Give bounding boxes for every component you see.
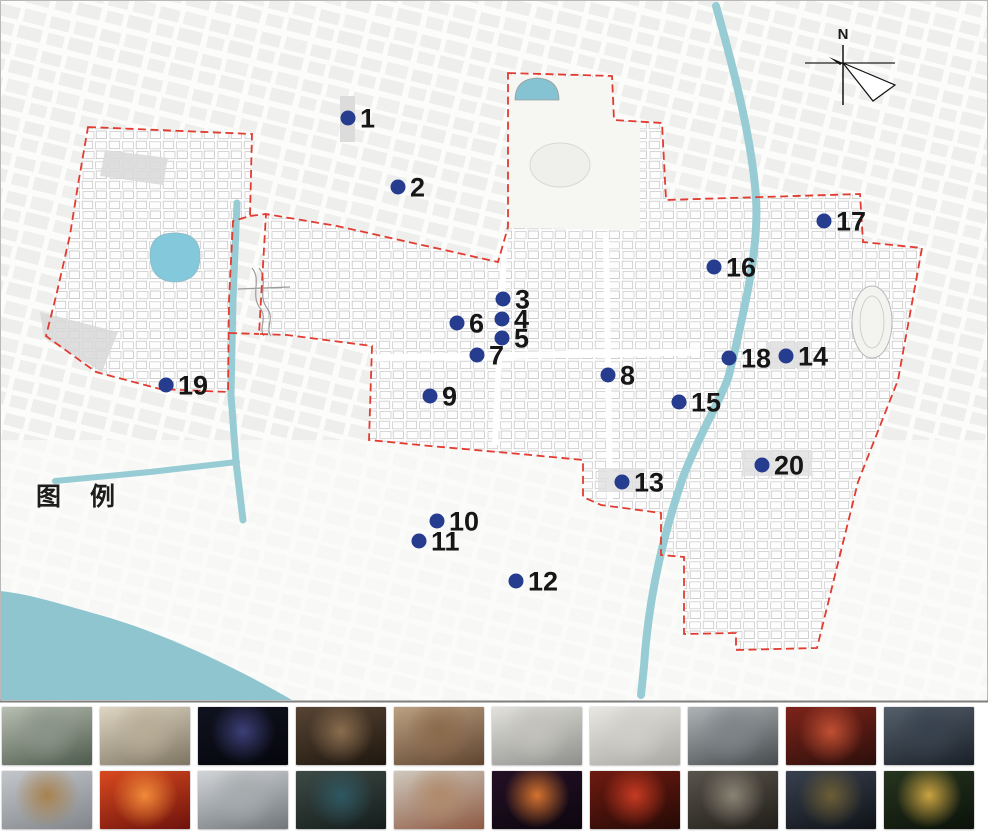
photo-hall-with-gong[interactable] [394, 707, 484, 765]
marker-dot[interactable] [159, 378, 174, 393]
marker-dot[interactable] [450, 316, 465, 331]
map-canvas: N 1234567891011121314151617181920 图 例 [0, 0, 988, 703]
marker-dot[interactable] [601, 368, 616, 383]
street [606, 232, 610, 500]
marker-number: 18 [741, 344, 771, 374]
west-district-lake [150, 233, 200, 282]
photo-traditional-shopfront[interactable] [100, 707, 190, 765]
marker-number: 12 [528, 567, 558, 597]
compass-n-label: N [838, 26, 849, 43]
photo-colorful-marionettes[interactable] [492, 771, 582, 829]
marker-number: 6 [469, 309, 484, 339]
marker-dot[interactable] [496, 292, 511, 307]
photo-row-1 [2, 707, 974, 765]
marker-dot[interactable] [470, 348, 485, 363]
stadium-track [852, 286, 892, 358]
marker-dot[interactable] [391, 180, 406, 195]
marker-dot[interactable] [722, 351, 737, 366]
photo-red-shrine-lanterns[interactable] [786, 707, 876, 765]
page: N 1234567891011121314151617181920 图 例 [0, 0, 988, 831]
photo-minnan-temple-roof[interactable] [394, 771, 484, 829]
photo-craftsman-bw-photo[interactable] [688, 707, 778, 765]
photo-row-2 [2, 771, 974, 829]
marker-dot[interactable] [412, 534, 427, 549]
marker-number: 11 [431, 527, 460, 557]
marker-dot[interactable] [341, 111, 356, 126]
park-lawn [530, 143, 590, 187]
marker-number: 16 [726, 253, 756, 283]
marker-number: 15 [691, 388, 721, 418]
marker-dot[interactable] [509, 574, 524, 589]
photo-night-puppet-show[interactable] [198, 707, 288, 765]
marker-dot[interactable] [755, 458, 770, 473]
photo-red-night-interior[interactable] [590, 771, 680, 829]
marker-number: 9 [442, 382, 457, 412]
marker-dot[interactable] [615, 475, 630, 490]
photo-stage-scene-bw[interactable] [198, 771, 288, 829]
marker-dot[interactable] [817, 214, 832, 229]
photo-strip [0, 703, 988, 831]
marker-dot[interactable] [672, 395, 687, 410]
marker-number: 5 [514, 324, 529, 354]
photo-colonial-building[interactable] [492, 707, 582, 765]
photo-modern-gallery-corridor[interactable] [884, 707, 974, 765]
photo-white-shophouses[interactable] [590, 707, 680, 765]
photo-woven-basket-artifact[interactable] [2, 771, 92, 829]
photo-red-silk-threads[interactable] [100, 771, 190, 829]
photo-arched-tunnel-exhibit[interactable] [786, 771, 876, 829]
marker-number: 17 [836, 207, 866, 237]
photo-exhibit-machinery[interactable] [688, 771, 778, 829]
photo-courtyard-pool[interactable] [296, 771, 386, 829]
marker-number: 13 [634, 468, 664, 498]
marker-number: 2 [410, 173, 425, 203]
marker-number: 1 [360, 104, 375, 134]
marker-number: 8 [620, 361, 635, 391]
district-map: N 1234567891011121314151617181920 [0, 0, 988, 703]
marker-dot[interactable] [707, 260, 722, 275]
marker-number: 7 [489, 341, 504, 371]
photo-museum-interior-dark[interactable] [296, 707, 386, 765]
marker-dot[interactable] [423, 389, 438, 404]
photo-old-street-shops[interactable] [2, 707, 92, 765]
marker-number: 14 [798, 342, 828, 372]
marker-number: 19 [178, 371, 208, 401]
marker-number: 20 [774, 451, 804, 481]
photo-night-street-trees[interactable] [884, 771, 974, 829]
marker-dot[interactable] [779, 349, 794, 364]
marker-dot[interactable] [495, 312, 510, 327]
legend-title: 图 例 [36, 477, 126, 513]
